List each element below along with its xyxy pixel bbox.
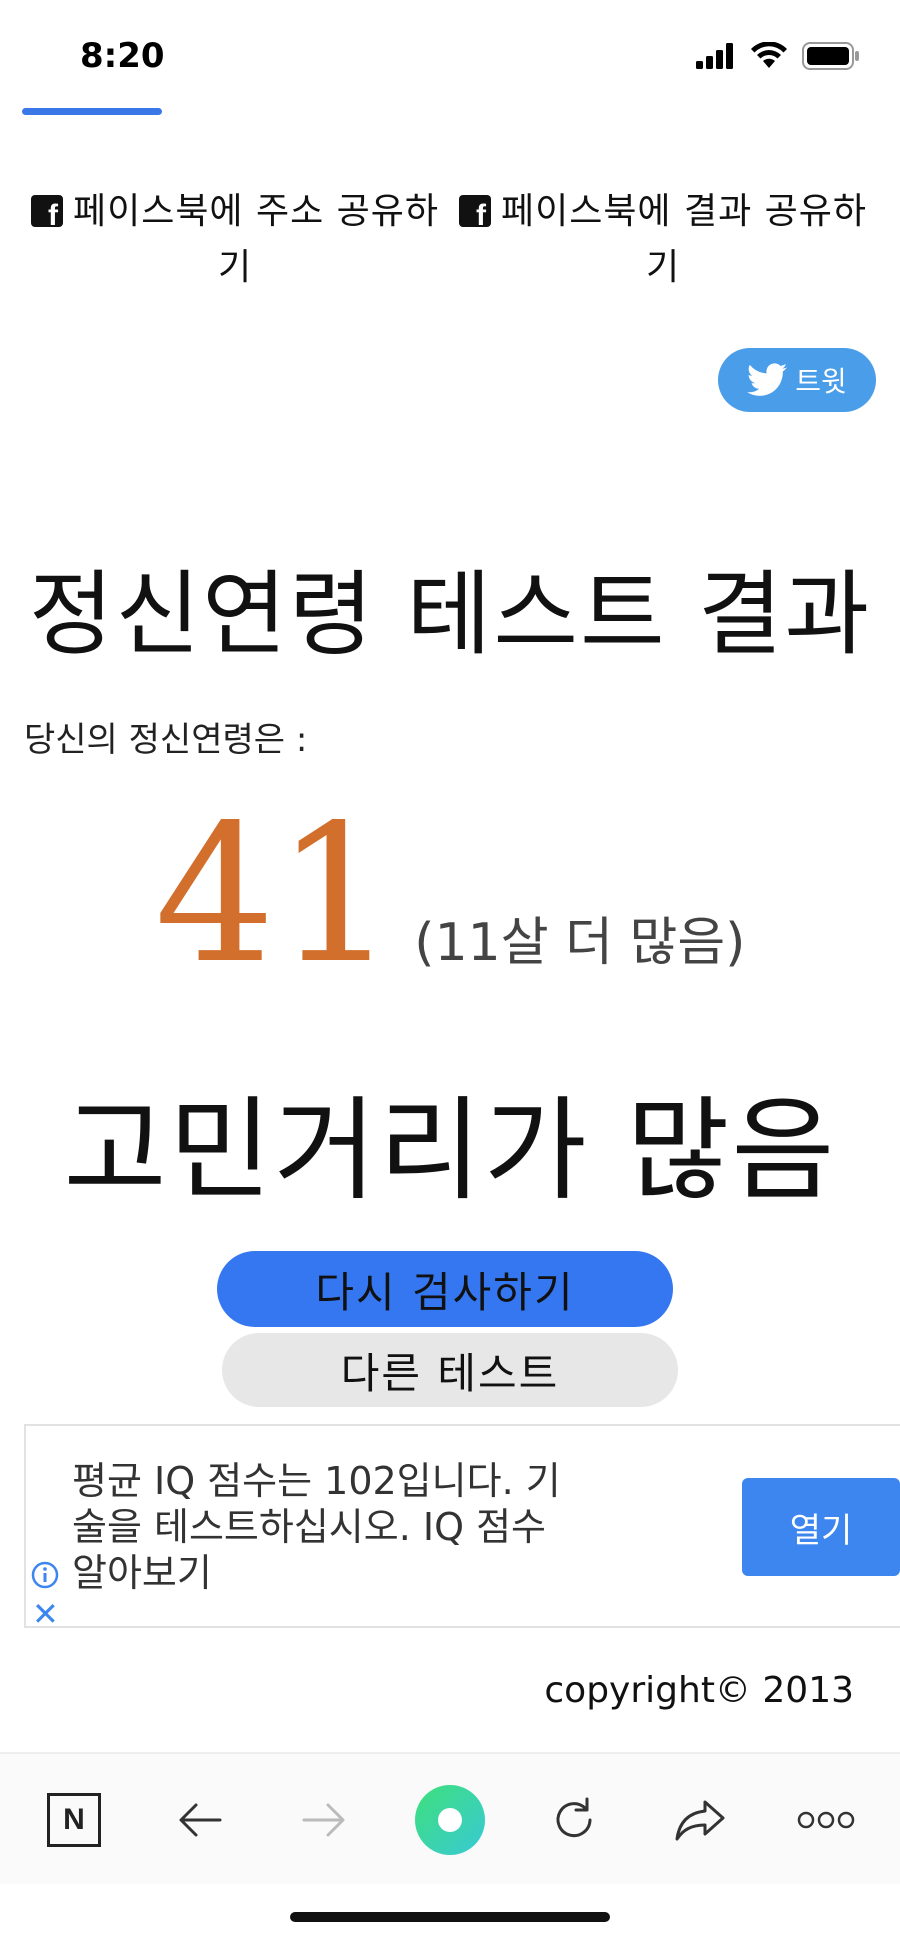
browser-toolbar: N — [0, 1752, 900, 1884]
mental-age-difference: (11살 더 많음) — [414, 913, 746, 973]
arrow-right-icon — [302, 1803, 345, 1837]
back-button[interactable] — [162, 1782, 238, 1858]
wifi-icon — [751, 42, 787, 68]
cellular-signal-icon — [696, 43, 733, 69]
ad-close-icon[interactable]: ✕ — [32, 1598, 59, 1630]
other-test-button[interactable]: 다른 테스트 — [222, 1333, 678, 1407]
facebook-icon: f — [30, 195, 63, 231]
share-arrow-icon — [675, 1800, 725, 1841]
ad-open-button[interactable]: 열기 — [742, 1478, 900, 1576]
retry-test-button[interactable]: 다시 검사하기 — [217, 1251, 673, 1327]
forward-button[interactable] — [286, 1782, 362, 1858]
tweet-button[interactable]: 트윗 — [718, 348, 876, 412]
result-description: 고민거리가 많음 — [63, 1086, 837, 1216]
status-time: 8:20 — [80, 36, 165, 76]
ad-text: 평균 IQ 점수는 102입니다. 기술을 테스트하십시오. IQ 점수 알아보… — [72, 1459, 561, 1595]
ad-banner[interactable]: 평균 IQ 점수는 102입니다. 기술을 테스트하십시오. IQ 점수 알아보… — [24, 1424, 900, 1630]
more-options-button[interactable] — [788, 1782, 864, 1858]
fb-share-address-label: 페이스북에 주소 공유하기 — [72, 191, 440, 288]
tweet-label: 트윗 — [795, 365, 847, 398]
page-load-progress — [22, 108, 162, 115]
refresh-button[interactable] — [536, 1782, 612, 1858]
mental-age-row: 41 (11살 더 많음) — [0, 784, 900, 1005]
naver-n-icon: N — [47, 1793, 101, 1847]
arrow-left-icon — [179, 1803, 222, 1837]
page-title: 정신연령 테스트 결과 — [28, 561, 872, 668]
mental-age-label: 당신의 정신연령은 : — [24, 720, 308, 760]
more-dots-icon — [797, 1811, 855, 1829]
fb-share-address-link[interactable]: f 페이스북에 주소 공유하기 — [30, 184, 440, 296]
status-icons — [696, 40, 860, 72]
mental-age-value: 41 — [154, 784, 397, 1005]
green-dot-icon — [415, 1785, 485, 1855]
refresh-icon — [556, 1797, 592, 1838]
home-indicator[interactable] — [290, 1912, 610, 1922]
facebook-icon: f — [458, 195, 491, 231]
copyright-text: copyright© 2013 — [544, 1670, 854, 1711]
battery-icon — [802, 42, 859, 70]
ad-info-icon[interactable] — [30, 1560, 60, 1590]
green-dot-home-button[interactable] — [412, 1782, 488, 1858]
twitter-bird-icon — [747, 363, 788, 396]
fb-share-result-label: 페이스북에 결과 공유하기 — [500, 191, 868, 288]
naver-home-button[interactable]: N — [36, 1782, 112, 1858]
fb-share-result-link[interactable]: f 페이스북에 결과 공유하기 — [458, 184, 868, 296]
share-button[interactable] — [662, 1782, 738, 1858]
